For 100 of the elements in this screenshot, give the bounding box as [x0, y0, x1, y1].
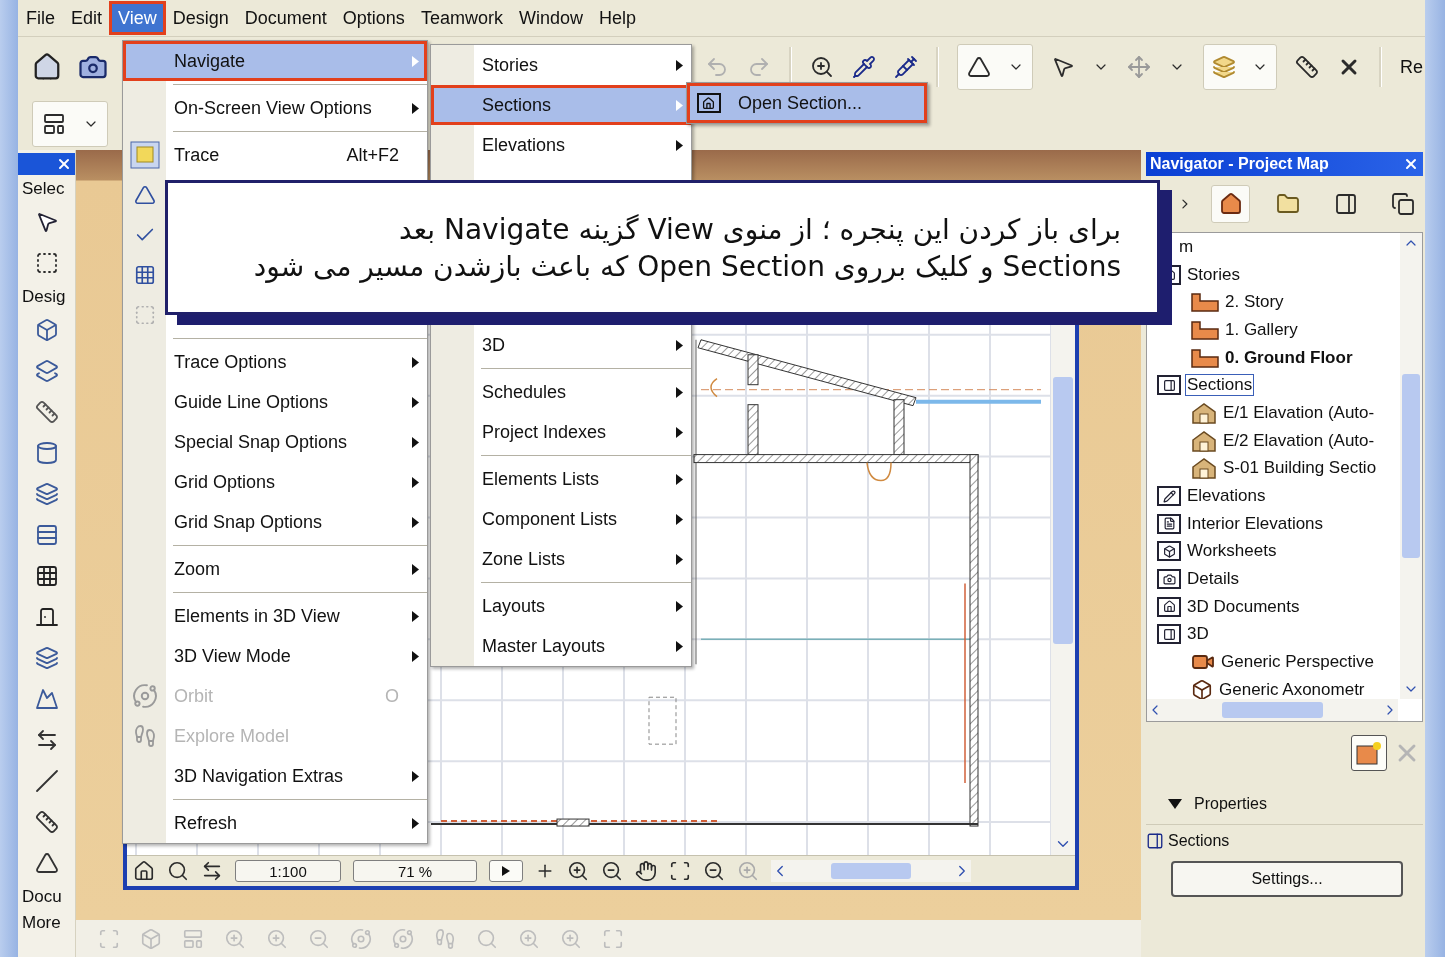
- menu-item[interactable]: Grid Snap Options: [123, 502, 427, 542]
- view-dropdown[interactable]: [32, 100, 108, 147]
- folder-icon: [1157, 569, 1181, 590]
- horizontal-scrollbar[interactable]: [1147, 699, 1398, 721]
- menu-item[interactable]: Elevations: [431, 125, 691, 165]
- menu-item[interactable]: Trace Options: [123, 342, 427, 382]
- menu-bar-item[interactable]: Options: [336, 4, 411, 32]
- scale-field[interactable]: 1:100: [235, 860, 341, 882]
- tree-item[interactable]: Sections: [1186, 375, 1254, 396]
- triangle-icon[interactable]: [966, 55, 991, 79]
- eyedropper-icon[interactable]: [852, 55, 876, 79]
- menu-item[interactable]: Grid Options: [123, 462, 427, 502]
- tree-item[interactable]: Worksheets: [1186, 541, 1278, 562]
- menu-bar-item[interactable]: Help: [592, 4, 642, 32]
- play-button[interactable]: [489, 860, 523, 882]
- tree-item[interactable]: 1. Gallery: [1224, 319, 1299, 340]
- line-icon[interactable]: [34, 768, 59, 793]
- zoom-field[interactable]: 71 %: [353, 860, 477, 882]
- zoom-window-icon[interactable]: [167, 860, 189, 882]
- dotted-square-icon: [133, 304, 156, 326]
- menu-item[interactable]: Special Snap Options: [123, 422, 427, 462]
- fit-icon[interactable]: [669, 860, 691, 882]
- close-icon[interactable]: [56, 156, 72, 172]
- menu-bar-item[interactable]: Design: [166, 4, 235, 32]
- cube-icon[interactable]: [34, 317, 59, 342]
- tree-item[interactable]: Interior Elevations: [1186, 513, 1325, 534]
- menu-bar-item[interactable]: View: [112, 4, 163, 32]
- menu-item[interactable]: Zone Lists: [431, 539, 691, 579]
- menu-item[interactable]: Schedules: [431, 372, 691, 412]
- toolbox-section-label[interactable]: Docu: [18, 883, 75, 909]
- ruler-icon[interactable]: [1295, 55, 1319, 79]
- menu-item[interactable]: Project Indexes: [431, 412, 691, 452]
- tree-item[interactable]: 3D Documents: [1186, 596, 1301, 617]
- selection-dropdown[interactable]: [957, 44, 1033, 90]
- house-icon[interactable]: [32, 52, 62, 82]
- tree-item[interactable]: E/2 Elavation (Auto-: [1222, 430, 1376, 451]
- horizontal-scrollbar[interactable]: [771, 860, 971, 882]
- menu-item[interactable]: Elements Lists: [431, 459, 691, 499]
- tree-item[interactable]: Stories: [1186, 264, 1241, 285]
- submenu-arrow-icon: [676, 139, 683, 151]
- expand-triangle-icon[interactable]: [1168, 799, 1182, 809]
- tree-item[interactable]: 2. Story: [1224, 292, 1285, 313]
- hand-icon[interactable]: [635, 860, 657, 882]
- syringe-icon[interactable]: [894, 55, 918, 79]
- menu-item[interactable]: 3D: [431, 325, 691, 365]
- menu-item[interactable]: Stories: [431, 45, 691, 85]
- house-icon: [1191, 401, 1217, 424]
- project-map-tab[interactable]: [1210, 185, 1251, 223]
- layers-dropdown[interactable]: [1203, 44, 1277, 90]
- close-icon[interactable]: [1403, 156, 1419, 172]
- toolbox-section-label[interactable]: Selec: [18, 175, 75, 201]
- vertical-scrollbar[interactable]: [1400, 233, 1422, 699]
- menu-item[interactable]: Layouts: [431, 586, 691, 626]
- new-view-button[interactable]: [1351, 735, 1387, 771]
- swap-icon[interactable]: [201, 860, 223, 882]
- settings-button[interactable]: Settings...: [1171, 861, 1403, 897]
- submenu-arrow-icon: [412, 356, 419, 368]
- tree-item[interactable]: Elevations: [1186, 486, 1267, 507]
- tree-item[interactable]: Details: [1186, 569, 1240, 590]
- menu-item[interactable]: Component Lists: [431, 499, 691, 539]
- dashed-square-icon[interactable]: [34, 250, 59, 275]
- zoom-icon[interactable]: [810, 55, 834, 79]
- tree-item[interactable]: 3D: [1186, 624, 1210, 645]
- pointer-icon[interactable]: [1051, 55, 1075, 79]
- zoom-in-icon[interactable]: [567, 860, 589, 882]
- menu-bar-item[interactable]: File: [20, 4, 61, 32]
- tree-item[interactable]: 0. Ground Floor: [1224, 347, 1354, 368]
- house-icon: [1191, 457, 1217, 480]
- menu-item[interactable]: On-Screen View Options: [123, 88, 427, 128]
- menu-bar-item[interactable]: Edit: [65, 4, 109, 32]
- shortcut-text: Alt+F2: [346, 144, 399, 166]
- menu-item[interactable]: Refresh: [123, 803, 427, 843]
- menu-item[interactable]: Zoom: [123, 549, 427, 589]
- zoom-out-icon[interactable]: [601, 860, 623, 882]
- mountain-icon[interactable]: [34, 686, 59, 711]
- tree-item[interactable]: E/1 Elavation (Auto-: [1222, 402, 1376, 423]
- menu-item[interactable]: Elements in 3D View: [123, 596, 427, 636]
- menu-bar-item[interactable]: Window: [512, 4, 589, 32]
- tree-item[interactable]: S-01 Building Sectio: [1222, 458, 1378, 479]
- rows-icon[interactable]: [34, 522, 59, 547]
- menu-item[interactable]: Guide Line Options: [123, 382, 427, 422]
- submenu-arrow-icon: [676, 553, 683, 565]
- menu-bar-item[interactable]: Teamwork: [414, 4, 509, 32]
- menu-item[interactable]: Navigate: [123, 41, 427, 81]
- tree-item[interactable]: Generic Perspective: [1220, 652, 1376, 673]
- layers-icon[interactable]: [34, 481, 59, 506]
- menu-item[interactable]: Open Section...: [687, 83, 927, 123]
- tree-item[interactable]: Generic Axonometr: [1218, 679, 1366, 699]
- menu-item[interactable]: 3D View Mode: [123, 636, 427, 676]
- menu-item[interactable]: Trace Alt+F2: [123, 135, 427, 175]
- cylinder-icon[interactable]: [34, 440, 59, 465]
- window-grid-icon[interactable]: [34, 563, 59, 588]
- menu-bar-item[interactable]: Document: [238, 4, 333, 32]
- toolbox-section-label[interactable]: More: [18, 909, 75, 935]
- toolbox-section-label[interactable]: Desig: [18, 283, 75, 309]
- menu-item[interactable]: Sections: [431, 85, 691, 125]
- menu-item[interactable]: Master Layouts: [431, 626, 691, 666]
- layers-icon[interactable]: [1212, 55, 1236, 79]
- tree-item[interactable]: m: [1178, 236, 1195, 257]
- menu-item[interactable]: 3D Navigation Extras: [123, 756, 427, 796]
